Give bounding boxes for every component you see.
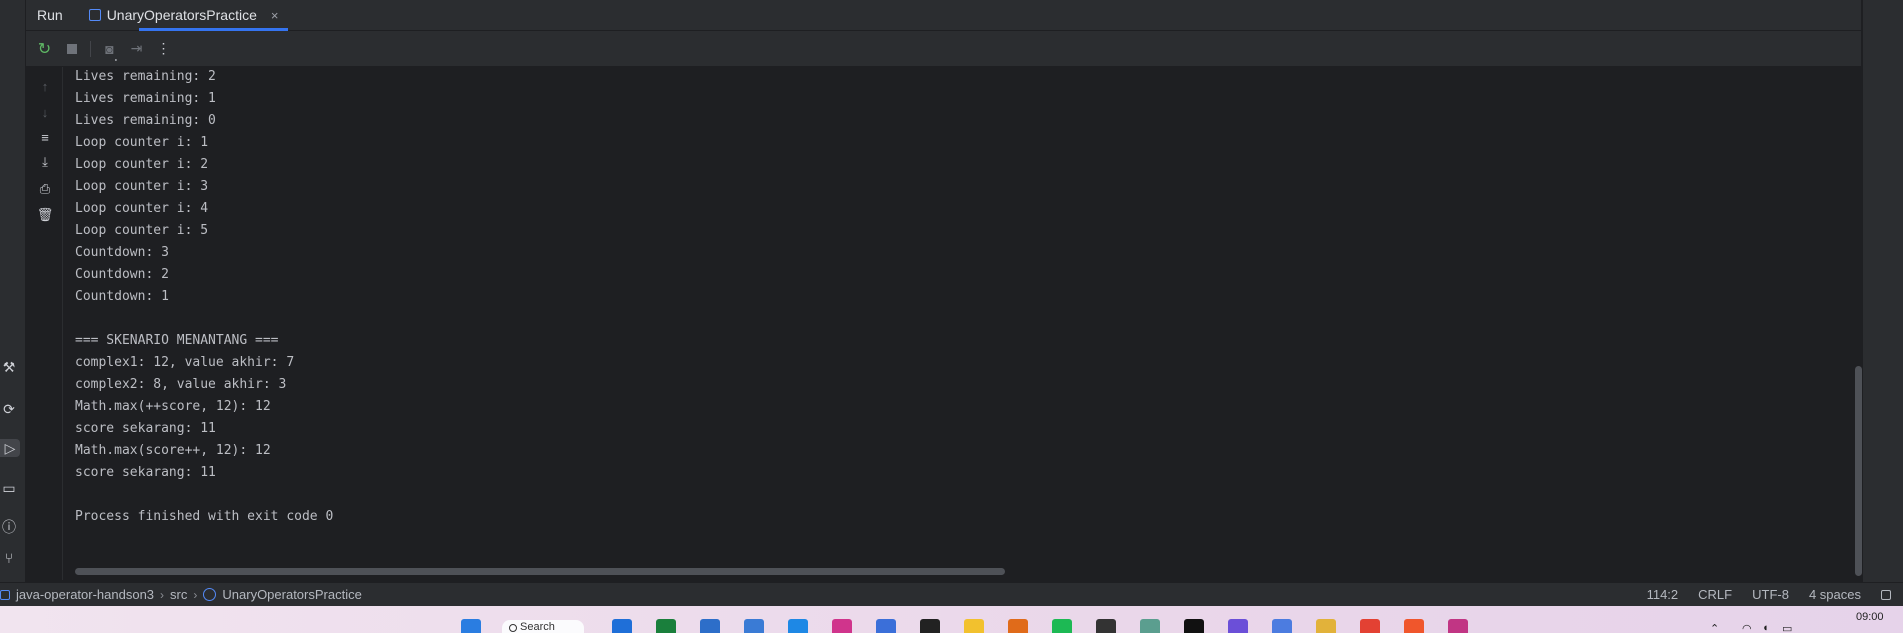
taskbar-app-icon[interactable] xyxy=(1360,619,1380,633)
breadcrumb-folder[interactable]: src xyxy=(170,587,187,602)
console-line: Lives remaining: 2 xyxy=(75,69,216,84)
problems-icon[interactable]: ⓘ xyxy=(0,518,18,536)
class-icon xyxy=(203,588,217,601)
console-line: Loop counter i: 1 xyxy=(75,135,209,150)
taskbar-app-icon[interactable] xyxy=(1316,619,1336,633)
console-line: Process finished with exit code 0 xyxy=(75,509,334,524)
run-tool-window-header: Run UnaryOperatorsPractice × xyxy=(26,0,1861,31)
wifi-icon[interactable]: ◠ xyxy=(1742,622,1752,633)
console-line: Countdown: 3 xyxy=(75,245,169,260)
taskbar-app-icon[interactable] xyxy=(1184,619,1204,633)
taskbar-app-icon[interactable] xyxy=(700,619,720,633)
file-encoding[interactable]: UTF-8 xyxy=(1752,587,1789,602)
toolbar-separator xyxy=(90,40,91,57)
console-line: Loop counter i: 3 xyxy=(75,179,209,194)
lock-icon[interactable] xyxy=(1881,589,1891,600)
taskbar-app-icon[interactable] xyxy=(1228,619,1248,633)
console-line: complex1: 12, value akhir: 7 xyxy=(75,355,295,370)
taskbar-app-icon[interactable] xyxy=(1052,619,1072,633)
left-tool-strip: ⚒ ⟳ ▷ ▭ ⓘ ⑂ xyxy=(0,0,26,582)
console-line: Lives remaining: 1 xyxy=(75,91,216,106)
tab-label: UnaryOperatorsPractice xyxy=(106,7,257,23)
breadcrumb: java-operator-handson3 › src › UnaryOper… xyxy=(0,587,362,602)
indent-setting[interactable]: 4 spaces xyxy=(1809,587,1861,602)
status-bar: java-operator-handson3 › src › UnaryOper… xyxy=(0,582,1903,606)
horizontal-scrollbar[interactable] xyxy=(75,568,1005,575)
right-tool-strip xyxy=(1862,0,1903,582)
stop-icon[interactable] xyxy=(63,40,80,57)
chevron-up-icon[interactable]: ⌃ xyxy=(1710,622,1719,633)
taskbar-app-icon[interactable] xyxy=(656,619,676,633)
taskbar-clock: 09:00 xyxy=(1856,611,1884,623)
console-line: Loop counter i: 4 xyxy=(75,201,209,216)
taskbar-app-icon[interactable] xyxy=(612,619,632,633)
taskbar-app-icon[interactable] xyxy=(788,619,808,633)
taskbar-app-icon[interactable] xyxy=(1140,619,1160,633)
status-widgets: 114:2 CRLF UTF-8 4 spaces xyxy=(1647,587,1903,602)
taskbar-app-icon[interactable] xyxy=(920,619,940,633)
run-tool-title: Run xyxy=(37,7,63,23)
chevron-right-icon: › xyxy=(193,587,198,602)
tab-unary-operators-practice[interactable]: UnaryOperatorsPractice × xyxy=(75,0,289,31)
taskbar-app-icon[interactable] xyxy=(1272,619,1292,633)
line-separator[interactable]: CRLF xyxy=(1698,587,1732,602)
os-taskbar: Search xyxy=(0,606,1903,633)
volume-icon[interactable]: ◖ xyxy=(1762,622,1769,633)
console-line: Countdown: 2 xyxy=(75,267,169,282)
build-icon[interactable]: ⚒ xyxy=(0,358,18,376)
module-icon xyxy=(0,589,10,600)
arrow-down-icon[interactable]: ↓ xyxy=(36,103,54,121)
terminal-icon[interactable]: ▭ xyxy=(0,479,18,497)
console-line: Loop counter i: 2 xyxy=(75,157,209,172)
taskbar-app-icon[interactable] xyxy=(876,619,896,633)
console-line: score sekarang: 11 xyxy=(75,421,216,436)
taskbar-app-icon[interactable] xyxy=(1404,619,1424,633)
console-line: Loop counter i: 5 xyxy=(75,223,209,238)
rerun-icon[interactable]: ↻ xyxy=(36,40,53,58)
vertical-scrollbar[interactable] xyxy=(1855,366,1862,576)
taskbar-app-icon[interactable] xyxy=(1448,619,1468,633)
breadcrumb-project[interactable]: java-operator-handson3 xyxy=(16,587,154,602)
taskbar-app-icon[interactable] xyxy=(1008,619,1028,633)
console-line: complex2: 8, value akhir: 3 xyxy=(75,377,287,392)
run-config-icon xyxy=(88,9,101,21)
taskbar-app-icon[interactable] xyxy=(964,619,984,633)
console-line: === SKENARIO MENANTANG === xyxy=(75,333,279,348)
services-icon[interactable]: ⟳ xyxy=(0,400,18,418)
exit-icon[interactable]: ⇥ xyxy=(128,40,145,57)
taskbar-app-icon[interactable] xyxy=(832,619,852,633)
console-line: Countdown: 1 xyxy=(75,289,169,304)
git-icon[interactable]: ⑂ xyxy=(0,549,18,567)
start-icon[interactable] xyxy=(461,619,481,633)
taskbar-app-icon[interactable] xyxy=(1096,619,1116,633)
console-gutter: ↑ ↓ ≡ ⤓ ⎙ 🗑 xyxy=(26,67,63,580)
run-tool-icon[interactable]: ▷ xyxy=(0,439,20,457)
camera-icon[interactable]: ◙ xyxy=(101,40,118,57)
soft-wrap-icon[interactable]: ≡ xyxy=(36,128,54,146)
console-line: Attempt: 3 xyxy=(64,59,1861,66)
more-icon[interactable]: ⋮ xyxy=(155,40,172,57)
close-icon[interactable]: × xyxy=(271,8,279,23)
battery-icon[interactable]: ▭ xyxy=(1782,622,1792,633)
taskbar-search[interactable]: Search xyxy=(502,620,584,633)
console-line: score sekarang: 11 xyxy=(75,465,216,480)
cursor-position[interactable]: 114:2 xyxy=(1647,587,1679,602)
taskbar-app-icon[interactable] xyxy=(744,619,764,633)
console-line: Lives remaining: 0 xyxy=(75,113,216,128)
print-icon[interactable]: ⎙ xyxy=(36,180,54,198)
breadcrumb-class[interactable]: UnaryOperatorsPractice xyxy=(222,587,361,602)
scroll-to-end-icon[interactable]: ⤓ xyxy=(36,153,54,171)
chevron-right-icon: › xyxy=(160,587,165,602)
console-line: Math.max(score++, 12): 12 xyxy=(75,443,271,458)
arrow-up-icon[interactable]: ↑ xyxy=(36,77,54,95)
trash-icon[interactable]: 🗑 xyxy=(36,206,54,224)
console-line: Math.max(++score, 12): 12 xyxy=(75,399,271,414)
console-output[interactable]: Attempt: 3 Lives remaining: 2 Lives remain… xyxy=(64,59,1861,567)
